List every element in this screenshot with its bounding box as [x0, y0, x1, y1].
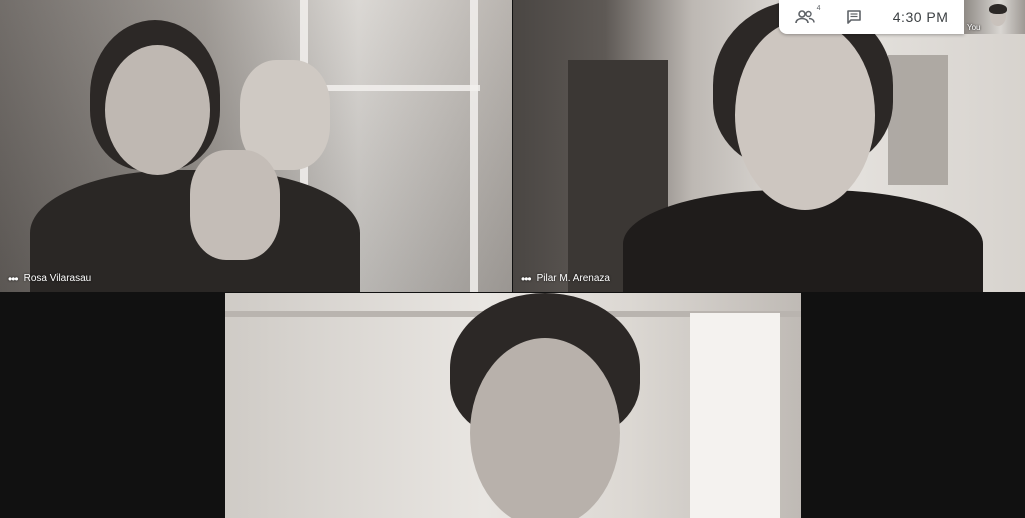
self-view-label: You — [967, 23, 981, 32]
participant-name: Rosa Vilarasau — [23, 273, 92, 284]
wall-poster — [888, 55, 948, 185]
participant-name: Pilar M. Arenaza — [536, 273, 610, 284]
participant-tile-main[interactable] — [225, 293, 801, 518]
chat-button[interactable] — [846, 9, 862, 25]
people-button[interactable]: 4 — [794, 5, 821, 25]
people-icon — [794, 10, 815, 24]
self-view-thumbnail[interactable]: You — [964, 0, 1025, 34]
people-count: 4 — [816, 5, 821, 12]
person-face — [735, 20, 875, 210]
person-face — [105, 45, 210, 175]
chat-icon — [846, 10, 861, 24]
call-controls-bar: 4 4:30 PM — [779, 0, 964, 34]
more-dots-icon[interactable]: ••• — [521, 273, 532, 285]
door-panel — [690, 313, 780, 518]
participant-tile-rosa[interactable]: ••• Rosa Vilarasau — [0, 0, 512, 292]
person-face — [470, 338, 620, 518]
meeting-clock: 4:30 PM — [892, 9, 949, 25]
more-dots-icon[interactable]: ••• — [8, 273, 19, 285]
person-hand — [190, 150, 280, 260]
self-hair — [989, 4, 1007, 14]
shelf-frame — [470, 0, 478, 292]
participant-name-tag: ••• Pilar M. Arenaza — [521, 273, 610, 285]
participant-tile-pilar[interactable]: ••• Pilar M. Arenaza — [513, 0, 1025, 292]
participant-name-tag: ••• Rosa Vilarasau — [8, 273, 92, 285]
